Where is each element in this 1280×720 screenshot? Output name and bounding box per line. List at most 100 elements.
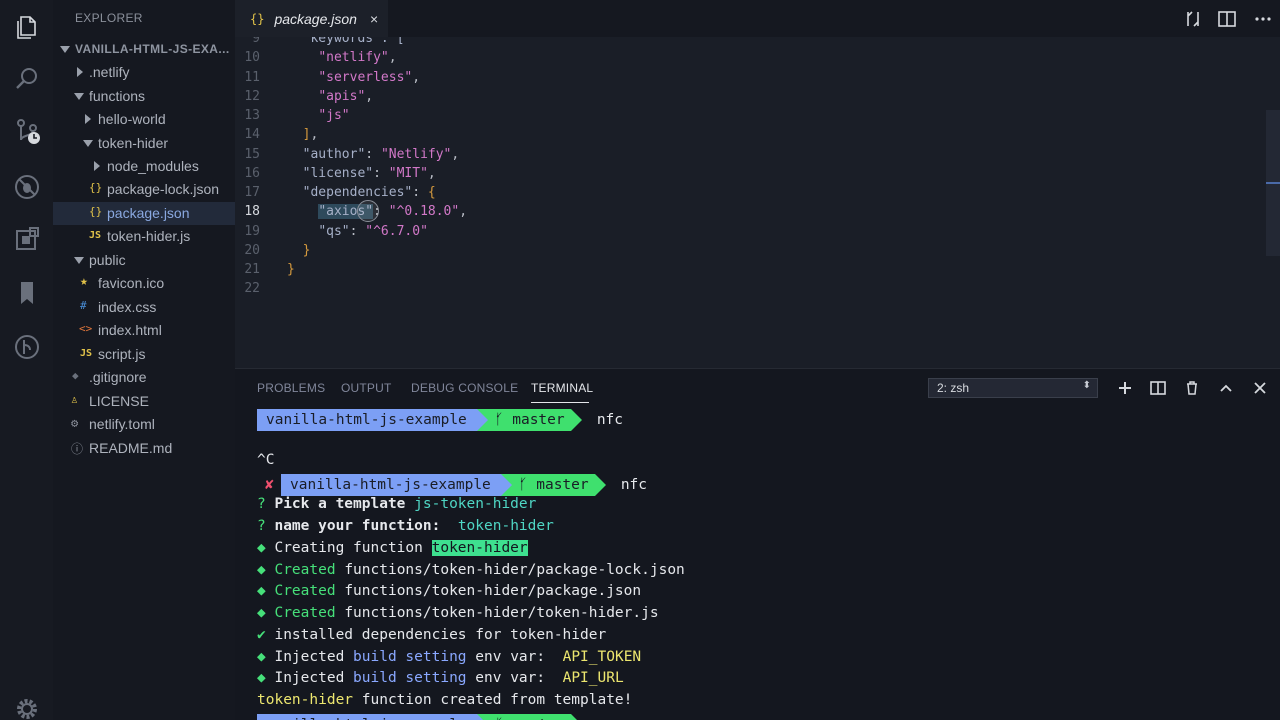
bottom-panel: PROBLEMS OUTPUT DEBUG CONSOLE TERMINAL 2… (235, 368, 1280, 720)
line-number: 13 (244, 108, 260, 123)
new-terminal-icon[interactable] (1117, 380, 1133, 396)
tree-item-netlify[interactable]: .netlify (53, 61, 235, 84)
terminal-line: ? name your function: token-hider (257, 518, 554, 534)
html-file-icon: <> (79, 322, 93, 335)
terminal-prompt-line: vanilla-html-js-example ᚶ master nfc (257, 409, 623, 431)
css-file-icon: # (80, 299, 87, 312)
tab-problems[interactable]: PROBLEMS (257, 381, 325, 395)
terminal-line: token-hider function created from templa… (257, 692, 633, 708)
json-file-icon: {} (89, 205, 103, 218)
tree-item-script-js[interactable]: JS script.js (53, 343, 235, 366)
tree-item-label: token-hider (98, 135, 169, 151)
split-terminal-icon[interactable] (1150, 380, 1166, 396)
terminal-line: ◆ Created functions/token-hider/package-… (257, 562, 685, 578)
tree-item-functions[interactable]: functions (53, 85, 235, 108)
terminal-line: ◆ Created functions/token-hider/token-hi… (257, 605, 659, 621)
code-editor[interactable]: 9 "keywords": [ 10 "netlify", 11 "server… (235, 37, 1280, 368)
active-tab-indicator (531, 402, 589, 403)
tree-item-token-hider[interactable]: token-hider (53, 132, 235, 155)
tab-label: package.json (274, 10, 357, 27)
tree-item-node-modules[interactable]: node_modules (53, 155, 235, 178)
tree-item-label: package-lock.json (107, 181, 220, 197)
open-changes-icon[interactable] (1183, 9, 1203, 29)
tree-item-netlify-toml[interactable]: ⚙ netlify.toml (53, 413, 235, 436)
json-file-icon: {} (250, 11, 265, 26)
close-panel-icon[interactable] (1252, 380, 1268, 396)
code-line: "js" (318, 108, 350, 123)
terminal-line: ◆ Injected build setting env var: API_UR… (257, 670, 624, 686)
star-icon: ★ (80, 274, 88, 289)
code-line: "netlify", (318, 50, 397, 65)
tab-output[interactable]: OUTPUT (341, 381, 392, 395)
terminal-line: ✔ installed dependencies for token-hider (257, 627, 607, 643)
split-editor-icon[interactable] (1217, 9, 1237, 29)
mouse-cursor (357, 200, 379, 222)
bookmark-icon[interactable] (10, 276, 43, 309)
debug-icon[interactable] (10, 170, 43, 203)
tree-item-label: favicon.ico (98, 275, 165, 291)
json-file-icon: {} (89, 181, 103, 194)
tree-item-favicon[interactable]: ★ favicon.ico (53, 272, 235, 295)
tree-item-gitignore[interactable]: ◆ .gitignore (53, 366, 235, 389)
workspace-root[interactable]: VANILLA-HTML-JS-EXA... (53, 38, 235, 61)
chevron-right-icon (77, 67, 83, 77)
tree-item-label: hello-world (98, 111, 166, 127)
terminal-prompt-line: vanilla-html-js-exampleᚶ master (257, 714, 582, 720)
tree-item-index-html[interactable]: <> index.html (53, 319, 235, 342)
tree-item-label: .gitignore (89, 369, 147, 385)
extensions-icon[interactable] (10, 222, 43, 255)
source-control-icon[interactable] (10, 114, 43, 147)
line-number: 20 (244, 243, 260, 258)
trash-icon[interactable] (1184, 380, 1200, 396)
code-line: "qs": "^6.7.0" (318, 224, 428, 239)
tree-item-label: script.js (98, 346, 146, 362)
prompt-branch: ᚶ master (500, 474, 606, 496)
tree-item-public[interactable]: public (53, 249, 235, 272)
terminal-prompt-line: ✘ vanilla-html-js-example ᚶ master nfc (257, 474, 647, 496)
license-file-icon: ♙ (71, 393, 78, 406)
chevron-right-icon (85, 114, 91, 124)
code-line: "dependencies": { (302, 185, 436, 200)
terminal-select[interactable]: 2: zsh ⬍ (928, 378, 1098, 398)
tree-item-label: package.json (107, 205, 190, 221)
tree-item-label: LICENSE (89, 393, 149, 409)
chevron-down-icon (60, 46, 70, 53)
tree-item-index-css[interactable]: # index.css (53, 296, 235, 319)
explorer-sidebar: EXPLORER VANILLA-HTML-JS-EXA... .netlify… (53, 0, 235, 720)
chevron-down-icon (74, 93, 84, 100)
terminal-line: ◆ Injected build setting env var: API_TO… (257, 649, 642, 665)
tree-item-readme[interactable]: ⓘ README.md (53, 437, 235, 460)
tab-package-json[interactable]: {} package.json × (235, 0, 388, 37)
line-number: 22 (244, 281, 260, 296)
line-number: 19 (244, 224, 260, 239)
code-line: "serverless", (318, 70, 421, 85)
scrollbar-marker (1266, 182, 1280, 184)
tree-item-package-json[interactable]: {} package.json (53, 202, 235, 225)
tree-item-license[interactable]: ♙ LICENSE (53, 390, 235, 413)
close-icon[interactable]: × (370, 11, 378, 27)
git-file-icon: ◆ (72, 369, 79, 382)
tab-debug-console[interactable]: DEBUG CONSOLE (411, 381, 518, 395)
select-arrows-icon: ⬍ (1082, 380, 1091, 391)
line-number: 14 (244, 127, 260, 142)
tree-item-label: .netlify (89, 64, 130, 80)
more-actions-icon[interactable] (1253, 9, 1273, 29)
info-icon: ⓘ (71, 442, 84, 456)
tab-terminal[interactable]: TERMINAL (531, 381, 593, 395)
explorer-icon[interactable] (10, 10, 43, 43)
tree-item-hello-world[interactable]: hello-world (53, 108, 235, 131)
tree-item-label: index.css (98, 299, 157, 315)
js-file-icon: JS (89, 230, 102, 241)
chevron-down-icon (74, 257, 84, 264)
terminal-line: ? Pick a template js-token-hider (257, 496, 537, 512)
settings-gear-icon[interactable] (10, 692, 43, 720)
chevron-down-icon (83, 140, 93, 147)
tree-item-package-lock[interactable]: {} package-lock.json (53, 178, 235, 201)
prompt-command: nfc (620, 477, 648, 493)
js-file-icon: JS (80, 348, 93, 359)
prompt-path: vanilla-html-js-example (281, 474, 512, 496)
tree-item-token-hider-js[interactable]: JS token-hider.js (53, 225, 235, 248)
maximize-panel-icon[interactable] (1218, 380, 1234, 396)
search-icon[interactable] (10, 62, 43, 95)
gitlens-icon[interactable] (10, 330, 43, 363)
